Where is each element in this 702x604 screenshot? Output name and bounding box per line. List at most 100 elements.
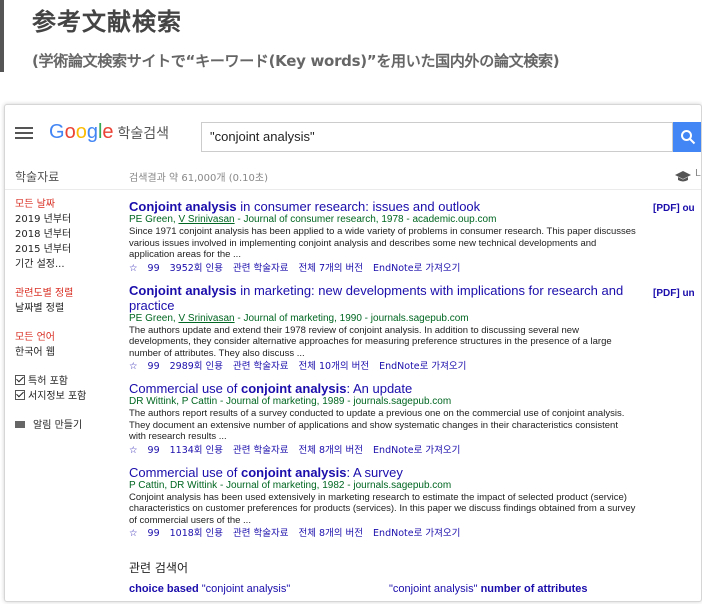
mail-icon — [15, 421, 25, 428]
result-snippet: The authors report results of a survey c… — [129, 408, 625, 442]
search-input[interactable]: "conjoint analysis" — [201, 122, 673, 152]
result-snippet: Since 1971 conjoint analysis has been ap… — [129, 226, 636, 260]
title-rest: in consumer research: issues and outlook — [236, 199, 481, 214]
result-source: - Journal of marketing, 1982 - journals.… — [217, 479, 452, 491]
result-actions: ☆ 99 2989회 인용 관련 학술자료 전체 10개의 버전 EndNote로 가져오… — [129, 360, 637, 374]
heading-accent-bar — [0, 0, 4, 72]
star-icon[interactable]: ☆ — [129, 445, 138, 456]
logo-letter: e — [102, 121, 114, 143]
result-meta: DR Wittink, P Cattin - Journal of market… — [129, 396, 637, 408]
title-pre: Commercial use of — [129, 381, 241, 396]
filter-any-time[interactable]: 모든 날짜 — [15, 197, 123, 212]
author-link[interactable]: V Srinivasan — [178, 313, 234, 324]
result-source: - Journal of consumer research, 1978 - a… — [234, 214, 497, 225]
result-meta: PE Green, V Srinivasan - Journal of cons… — [129, 214, 637, 226]
search-button[interactable] — [673, 122, 701, 152]
related-articles-link[interactable]: 관련 학술자료 — [233, 445, 288, 456]
endnote-link[interactable]: EndNote로 가져오기 — [373, 445, 460, 456]
language-korean[interactable]: 한국어 웹 — [15, 345, 123, 360]
sort-by-relevance[interactable]: 관련도별 정렬 — [15, 286, 123, 301]
cited-by-link[interactable]: 3952회 인용 — [170, 263, 223, 274]
result-authors: PE Green, — [129, 214, 179, 225]
pdf-link[interactable]: [PDF] un — [653, 288, 695, 299]
title-bold: Conjoint analysis — [129, 199, 237, 214]
checkbox-checked-icon[interactable] — [15, 375, 25, 385]
title-rest: : An update — [346, 381, 413, 396]
filter-custom-range[interactable]: 기간 설정... — [15, 257, 123, 272]
results-list: Conjoint analysis in consumer research: … — [129, 199, 637, 548]
result-item: Commercial use of conjoint analysis: An … — [129, 381, 637, 458]
quote-icon[interactable]: 99 — [148, 528, 160, 539]
checkbox-checked-icon[interactable] — [15, 390, 25, 400]
result-snippet: The authors update and extend their 1978… — [129, 324, 612, 359]
result-title[interactable]: Conjoint analysis in consumer research: … — [129, 199, 637, 214]
result-authors: PE Green, — [129, 312, 179, 324]
result-actions: ☆ 99 3952회 인용 관련 학술자료 전체 7개의 버전 EndNote로 가져오기 — [129, 262, 637, 276]
include-patents-label: 특허 포함 — [28, 376, 68, 387]
cited-by-link[interactable]: 2989회 인용 — [170, 361, 223, 372]
related-articles-link[interactable]: 관련 학술자료 — [233, 263, 288, 274]
result-authors: DR Wittink, P Cattin — [129, 396, 218, 407]
sort-by-date[interactable]: 날짜별 정렬 — [15, 301, 123, 316]
logo-letter: o — [64, 121, 76, 143]
cited-by-link[interactable]: 1134회 인용 — [170, 445, 223, 456]
related-search-link[interactable]: choice based "conjoint analysis" — [129, 583, 290, 595]
result-title[interactable]: Commercial use of conjoint analysis: An … — [129, 381, 637, 396]
result-title[interactable]: Commercial use of conjoint analysis: A s… — [129, 465, 637, 480]
related-search-link[interactable]: "conjoint analysis" number of attributes — [389, 583, 588, 595]
related-articles-link[interactable]: 관련 학술자료 — [233, 361, 288, 372]
result-source: - Journal of marketing, 1990 - journals.… — [234, 312, 469, 324]
my-library-link[interactable]: L — [695, 168, 701, 179]
related-bold: number of attributes — [480, 583, 588, 595]
filter-since-2015[interactable]: 2015 년부터 — [15, 242, 123, 257]
sub-navigation: 학술자료 검색결과 약 61,000개 (0.10초) L — [5, 161, 701, 190]
title-pre: Commercial use of — [129, 464, 241, 480]
cited-by-link[interactable]: 1018회 인용 — [170, 528, 223, 539]
google-scholar-logo[interactable]: Google 학술검색 — [49, 121, 169, 144]
star-icon[interactable]: ☆ — [129, 263, 138, 274]
quote-icon[interactable]: 99 — [148, 361, 160, 372]
title-bold: conjoint analysis — [240, 464, 347, 480]
logo-letter: g — [86, 121, 98, 143]
language-any[interactable]: 모든 언어 — [15, 330, 123, 345]
title-rest: : A survey — [346, 464, 403, 480]
all-versions-link[interactable]: 전체 8개의 버전 — [299, 528, 364, 539]
result-meta: PE Green, V Srinivasan - Journal of mark… — [129, 313, 637, 325]
logo-letter: G — [49, 121, 65, 143]
search-icon — [681, 130, 696, 145]
result-authors: P Cattin, DR Wittink — [129, 479, 218, 491]
create-alert[interactable]: 알림 만들기 — [15, 418, 123, 433]
page-subtitle: (学術論文検索サイトで“キーワード(Key words)”を用いた国内外の論文検… — [32, 52, 560, 70]
all-versions-link[interactable]: 전체 8개의 버전 — [299, 445, 364, 456]
related-articles-link[interactable]: 관련 학술자료 — [233, 528, 288, 539]
sort-group: 관련도별 정렬 날짜별 정렬 — [15, 286, 123, 316]
all-versions-link[interactable]: 전체 10개의 버전 — [299, 361, 370, 372]
endnote-link[interactable]: EndNote로 가져오기 — [379, 361, 466, 372]
include-patents[interactable]: 특허 포함 — [15, 374, 123, 389]
result-actions: ☆ 99 1134회 인용 관련 학술자료 전체 8개의 버전 EndNote로 가져오기 — [129, 444, 637, 458]
star-icon[interactable]: ☆ — [129, 528, 138, 539]
include-citations[interactable]: 서지정보 포함 — [15, 389, 123, 404]
star-icon[interactable]: ☆ — [129, 361, 138, 372]
include-citations-label: 서지정보 포함 — [28, 391, 87, 402]
all-versions-link[interactable]: 전체 7개의 버전 — [299, 263, 364, 274]
hamburger-menu-icon[interactable] — [15, 127, 33, 139]
logo-suffix: 학술검색 — [117, 126, 170, 142]
filter-since-2019[interactable]: 2019 년부터 — [15, 212, 123, 227]
result-item: Conjoint analysis in marketing: new deve… — [129, 283, 637, 375]
graduation-cap-icon[interactable] — [675, 171, 691, 183]
related-rest: "conjoint analysis" — [198, 583, 291, 595]
top-bar: Google 학술검색 "conjoint analysis" — [5, 105, 701, 161]
author-link[interactable]: V Srinivasan — [178, 214, 234, 225]
result-title[interactable]: Conjoint analysis in marketing: new deve… — [129, 283, 637, 313]
filter-since-2018[interactable]: 2018 년부터 — [15, 227, 123, 242]
articles-tab[interactable]: 학술자료 — [15, 168, 59, 185]
result-snippet: Conjoint analysis has been used extensiv… — [129, 491, 636, 526]
endnote-link[interactable]: EndNote로 가져오기 — [373, 263, 460, 274]
pdf-link[interactable]: [PDF] ou — [653, 203, 695, 214]
endnote-link[interactable]: EndNote로 가져오기 — [373, 528, 460, 539]
quote-icon[interactable]: 99 — [148, 445, 160, 456]
related-pre: "conjoint analysis" — [389, 583, 481, 595]
result-source: - Journal of marketing, 1989 - journals.… — [217, 396, 452, 407]
quote-icon[interactable]: 99 — [148, 263, 160, 274]
